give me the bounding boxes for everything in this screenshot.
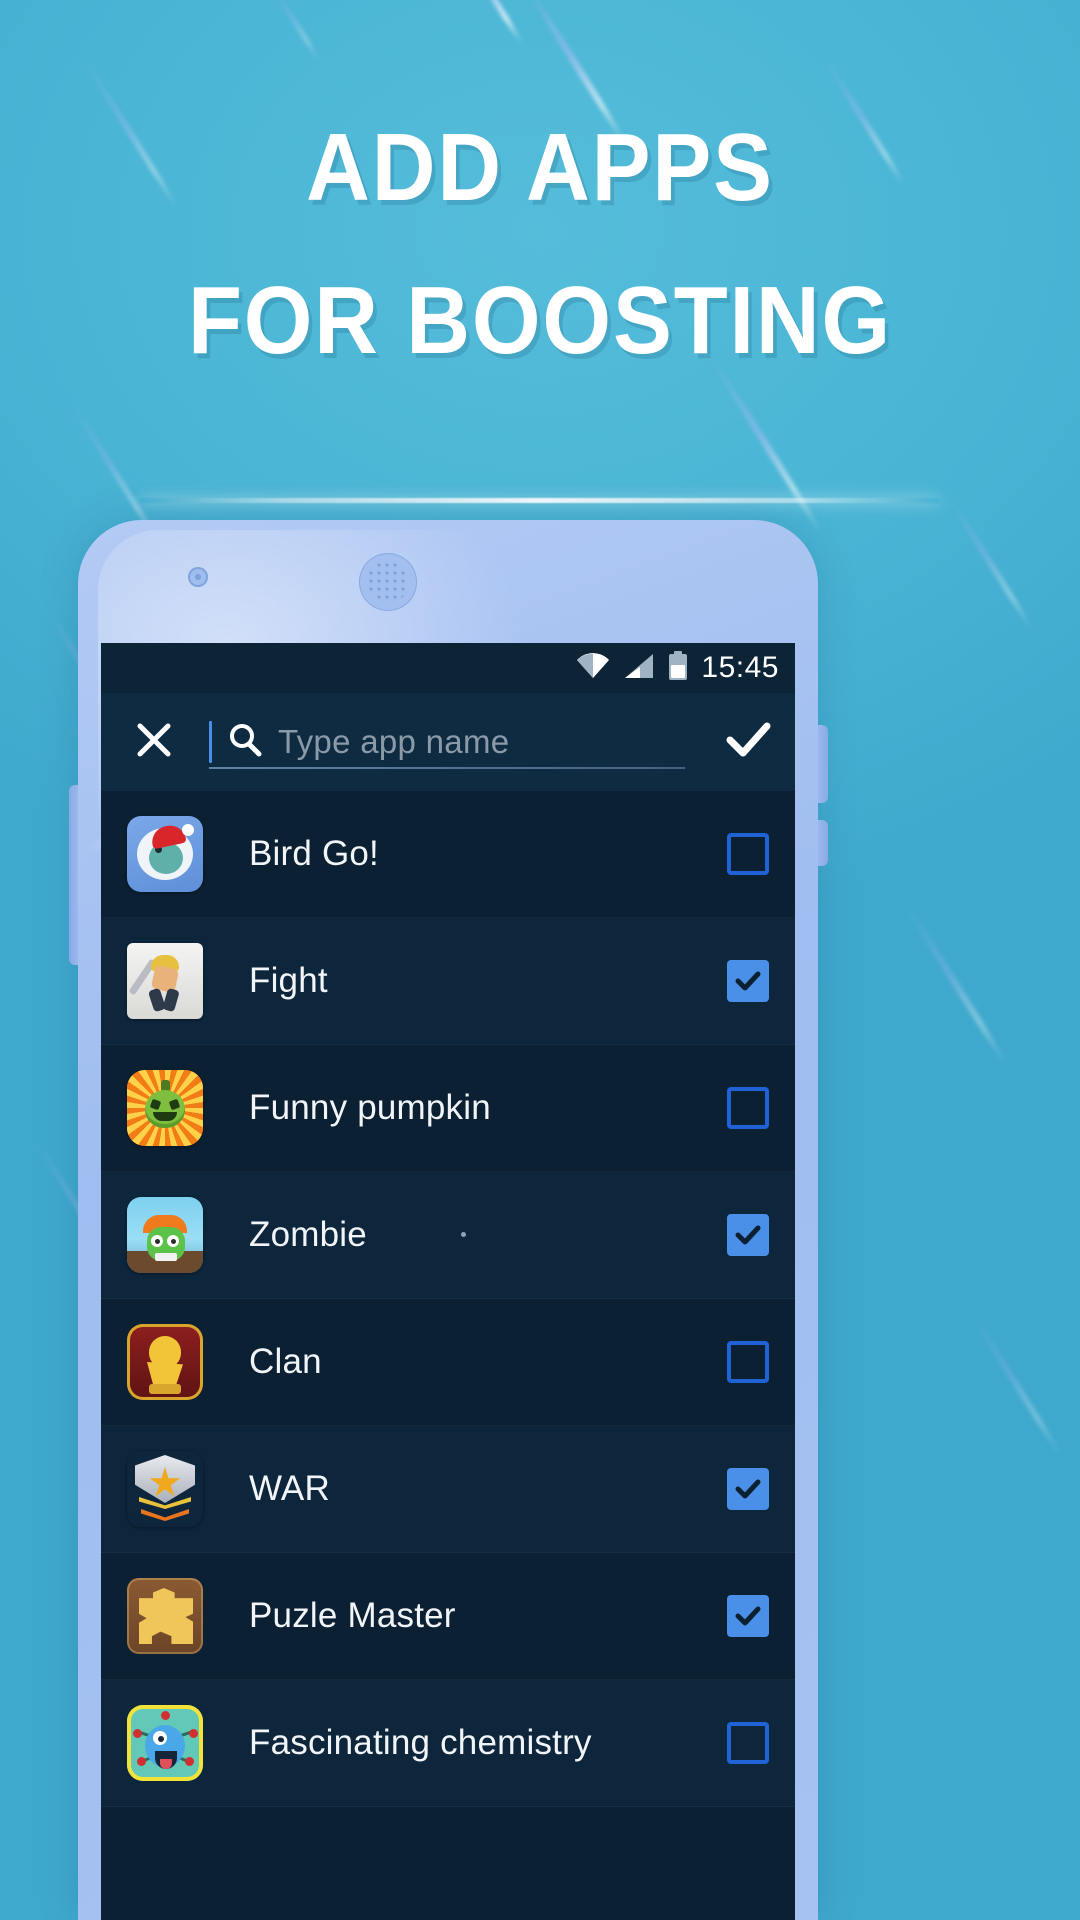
phone-screen: 15:45 Type app name Bird Go! Fight Funny… [101, 643, 795, 1920]
search-placeholder: Type app name [278, 723, 510, 760]
app-checkbox[interactable] [727, 1087, 769, 1129]
headline-line-1: ADD APPS [306, 114, 774, 221]
app-checkbox[interactable] [727, 1214, 769, 1256]
list-item[interactable]: Zombie [101, 1172, 795, 1299]
comet-streak [945, 493, 1035, 632]
fight-icon [127, 943, 203, 1019]
app-name: Clan [249, 1342, 322, 1381]
status-clock: 15:45 [701, 651, 779, 684]
app-list: Bird Go! Fight Funny pumpkin Zombie Clan… [101, 791, 795, 1807]
close-icon [132, 718, 176, 767]
zombie-icon [127, 1197, 203, 1273]
list-item[interactable]: Fascinating chemistry [101, 1680, 795, 1807]
app-checkbox[interactable] [727, 960, 769, 1002]
app-checkbox[interactable] [727, 833, 769, 875]
page-title: ADD APPS FOR BOOSTING [0, 114, 1080, 374]
app-name: WAR [249, 1469, 330, 1508]
app-checkbox[interactable] [727, 1595, 769, 1637]
earpiece-speaker-icon [359, 553, 417, 611]
funny-pumpkin-icon [127, 1070, 203, 1146]
comet-streak [902, 900, 1008, 1066]
battery-icon [668, 650, 688, 686]
puzzle-master-icon [127, 1578, 203, 1654]
list-item[interactable]: Funny pumpkin [101, 1045, 795, 1172]
list-item[interactable]: Clan [101, 1299, 795, 1426]
speck-artifact [461, 1232, 466, 1237]
front-camera-icon [188, 567, 208, 587]
app-name: Zombie [249, 1215, 367, 1254]
cellular-signal-icon [623, 653, 655, 684]
search-bar: Type app name [101, 693, 795, 791]
fascinating-chemistry-icon [127, 1705, 203, 1781]
comet-streak [967, 1309, 1063, 1456]
list-item[interactable]: WAR [101, 1426, 795, 1553]
phone-mockup: 15:45 Type app name Bird Go! Fight Funny… [69, 520, 828, 1920]
list-item[interactable]: Puzle Master [101, 1553, 795, 1680]
app-checkbox[interactable] [727, 1341, 769, 1383]
power-button[interactable] [69, 785, 78, 965]
headline-divider [140, 498, 940, 503]
status-icons [576, 650, 688, 686]
app-name: Fight [249, 961, 328, 1000]
app-name: Bird Go! [249, 834, 379, 873]
search-underline [209, 767, 685, 769]
wifi-icon [576, 652, 610, 684]
list-item[interactable]: Bird Go! [101, 791, 795, 918]
text-caret [209, 721, 212, 763]
app-name: Puzle Master [249, 1596, 456, 1635]
headline-line-2: FOR BOOSTING [187, 266, 893, 374]
bird-go-icon [127, 816, 203, 892]
search-icon [226, 721, 264, 764]
volume-up-button[interactable] [818, 725, 828, 803]
comet-streak [706, 352, 824, 534]
comet-streak [269, 0, 321, 62]
check-icon [724, 718, 774, 767]
app-checkbox[interactable] [727, 1468, 769, 1510]
volume-down-button[interactable] [818, 820, 828, 866]
confirm-button[interactable] [703, 693, 795, 791]
comet-streak [456, 0, 524, 45]
app-name: Funny pumpkin [249, 1088, 491, 1127]
clan-icon [127, 1324, 203, 1400]
war-icon [127, 1451, 203, 1527]
status-bar: 15:45 [101, 643, 795, 693]
app-checkbox[interactable] [727, 1722, 769, 1764]
close-button[interactable] [111, 693, 197, 791]
list-item[interactable]: Fight [101, 918, 795, 1045]
app-name: Fascinating chemistry [249, 1723, 592, 1762]
search-input[interactable]: Type app name [197, 693, 703, 791]
